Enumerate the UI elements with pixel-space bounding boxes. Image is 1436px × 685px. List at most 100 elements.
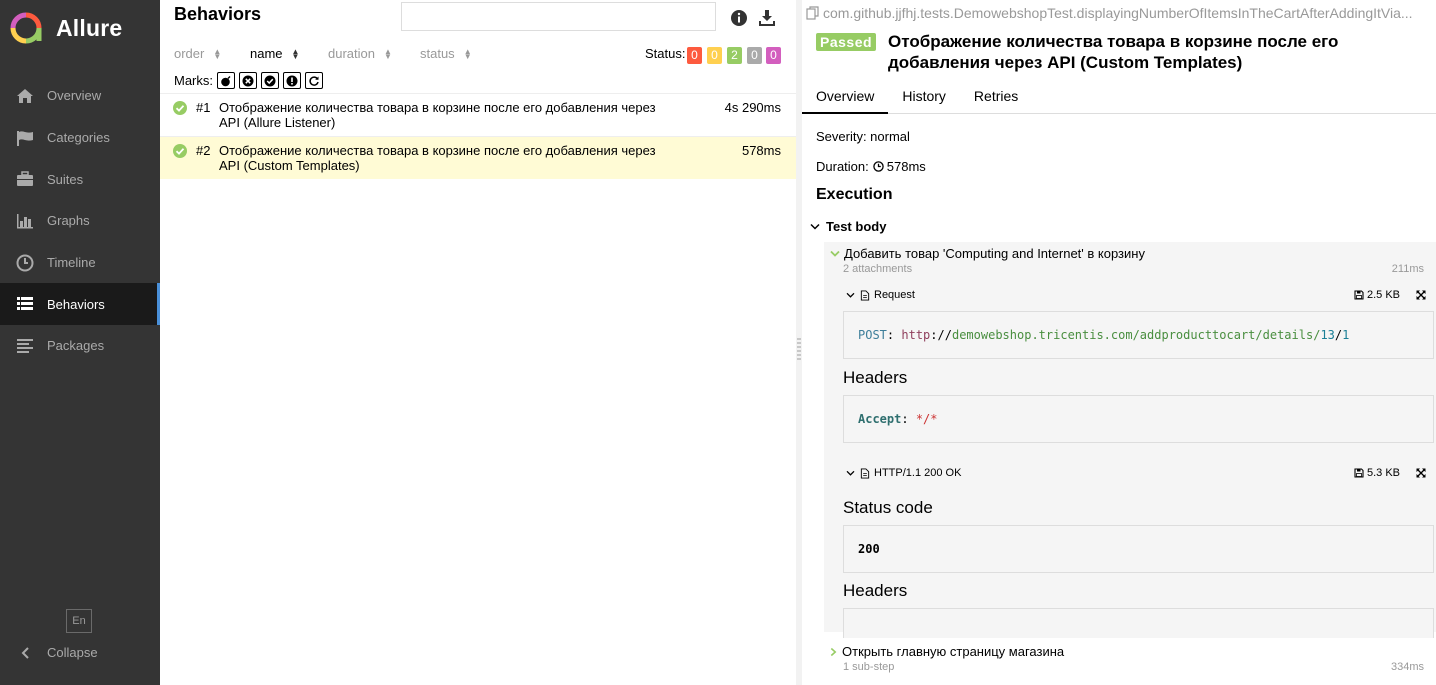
- attachment-size[interactable]: 2.5 KB: [1354, 289, 1400, 301]
- tab-history[interactable]: History: [888, 82, 960, 114]
- step-duration: 334ms: [1390, 661, 1424, 673]
- test-full-name[interactable]: com.github.jjfhj.tests.DemowebshopTest.d…: [806, 5, 1436, 21]
- bomb-icon: [221, 75, 231, 86]
- bar-chart-icon: [15, 211, 35, 231]
- marks-label: Marks:: [174, 73, 213, 88]
- tree-pane: Behaviors order ▲ ▼ name ▲ ▼ duration ▲ ▼ s…: [160, 0, 796, 685]
- clock-icon: [873, 161, 884, 172]
- attachment-size[interactable]: 5.3 KB: [1354, 467, 1400, 479]
- step-add-item[interactable]: Добавить товар 'Computing and Internet' …: [830, 246, 1145, 261]
- attachment-size-text: 5.3 KB: [1366, 467, 1400, 479]
- test-duration: 578ms: [741, 143, 781, 158]
- status-count-skipped[interactable]: 0: [747, 47, 762, 64]
- chevron-down-icon: [846, 470, 855, 476]
- language-switch[interactable]: En: [66, 609, 92, 633]
- allure-logo-icon: [10, 12, 42, 44]
- duration-label: Duration:: [816, 159, 869, 174]
- execution-heading: Execution: [816, 186, 893, 203]
- test-name: Отображение количества товара в корзине …: [219, 100, 656, 130]
- expand-icon[interactable]: [1416, 290, 1426, 300]
- sidebar-item-behaviors[interactable]: Behaviors: [0, 283, 160, 326]
- status-count-unknown[interactable]: 0: [766, 47, 781, 64]
- mark-new-passed[interactable]: [261, 72, 279, 89]
- mark-new-failed[interactable]: [239, 72, 257, 89]
- detail-tabs: Overview History Retries: [802, 82, 1436, 114]
- sidebar-item-timeline[interactable]: Timeline: [0, 242, 160, 284]
- sort-label: order: [174, 46, 205, 61]
- attachment-request-toggle[interactable]: Request: [846, 289, 915, 301]
- step-open-main-page[interactable]: Открыть главную страницу магазина: [830, 644, 1064, 659]
- test-row[interactable]: #1 Отображение количества товара в корзи…: [160, 93, 796, 136]
- sort-arrows-icon: ▲ ▼: [213, 46, 222, 61]
- info-icon[interactable]: [730, 9, 748, 27]
- passed-status-icon: [173, 144, 187, 158]
- test-body-toggle[interactable]: Test body: [810, 219, 886, 234]
- request-headers-title: Headers: [843, 368, 908, 387]
- http-method: POST: [858, 328, 887, 342]
- page-title: Behaviors: [174, 4, 262, 24]
- status-count-passed[interactable]: 2: [727, 47, 742, 64]
- chevron-down-icon: [830, 250, 840, 257]
- sidebar-item-suites[interactable]: Suites: [0, 158, 160, 200]
- list-icon: [15, 294, 35, 314]
- sidebar-item-label: Graphs: [47, 213, 90, 229]
- sort-arrows-icon: ▲ ▼: [291, 46, 300, 61]
- chevron-right-icon: [830, 647, 837, 656]
- attachment-size-text: 2.5 KB: [1366, 289, 1400, 301]
- test-title: Отображение количества товара в корзине …: [888, 32, 1339, 72]
- brand[interactable]: Allure: [10, 12, 122, 44]
- url-host-path: demowebshop.tricentis.com/addproducttoca…: [951, 328, 1321, 342]
- test-name: Отображение количества товара в корзине …: [219, 143, 656, 173]
- splitter-grip-icon[interactable]: [797, 338, 801, 362]
- test-duration: 4s 290ms: [724, 100, 781, 115]
- test-row[interactable]: #2 Отображение количества товара в корзи…: [160, 136, 796, 179]
- clock-icon: [15, 253, 35, 273]
- search-input[interactable]: [401, 2, 716, 31]
- sort-order[interactable]: order ▲ ▼: [174, 46, 221, 61]
- test-number: #1: [196, 100, 211, 115]
- expand-icon[interactable]: [1416, 468, 1426, 478]
- response-headers-block: [843, 608, 1434, 638]
- status-count-failed[interactable]: 0: [687, 47, 702, 64]
- sidebar: Allure Overview Categories Suites Graphs…: [0, 0, 160, 685]
- download-icon[interactable]: [758, 9, 776, 27]
- tab-overview[interactable]: Overview: [802, 82, 889, 114]
- sort-arrows-icon: ▲ ▼: [383, 46, 392, 61]
- sidebar-item-categories[interactable]: Categories: [0, 117, 160, 159]
- url-scheme: http: [901, 328, 931, 342]
- duration-row: Duration: 578ms: [816, 159, 926, 174]
- sidebar-item-overview[interactable]: Overview: [0, 75, 160, 117]
- save-icon: [1354, 468, 1364, 478]
- sidebar-item-graphs[interactable]: Graphs: [0, 200, 160, 242]
- flag-icon: [15, 128, 35, 148]
- copy-icon[interactable]: [806, 6, 820, 20]
- status-badge: Passed: [816, 33, 877, 51]
- sort-status[interactable]: status ▲ ▼: [420, 46, 472, 61]
- tab-retries[interactable]: Retries: [960, 82, 1032, 114]
- home-icon: [15, 86, 35, 106]
- collapse-label: Collapse: [47, 645, 98, 660]
- sort-duration[interactable]: duration ▲ ▼: [328, 46, 392, 61]
- align-left-icon: [15, 336, 35, 356]
- mark-flaky[interactable]: [217, 72, 235, 89]
- mark-retries-status-change[interactable]: [305, 72, 323, 89]
- sidebar-item-label: Timeline: [47, 255, 96, 271]
- collapse-button[interactable]: Collapse: [15, 645, 98, 660]
- chevron-down-icon: [810, 223, 820, 230]
- sort-arrows-icon: ▲ ▼: [463, 46, 472, 61]
- close-circle-icon: [242, 75, 254, 86]
- briefcase-icon: [15, 169, 35, 189]
- file-icon: [860, 289, 870, 301]
- sort-name[interactable]: name ▲ ▼: [250, 46, 299, 61]
- save-icon: [1354, 290, 1364, 300]
- test-detail-pane: com.github.jjfhj.tests.DemowebshopTest.d…: [802, 0, 1436, 685]
- sort-label: name: [250, 46, 283, 61]
- request-url-block: POST: http://demowebshop.tricentis.com/a…: [843, 311, 1434, 359]
- sidebar-item-packages[interactable]: Packages: [0, 325, 160, 367]
- status-count-broken[interactable]: 0: [707, 47, 722, 64]
- url-colon: :: [886, 328, 895, 342]
- mark-new-broken[interactable]: [283, 72, 301, 89]
- attachment-response-toggle[interactable]: HTTP/1.1 200 OK: [846, 467, 961, 479]
- sidebar-item-label: Overview: [47, 88, 102, 104]
- status-filter-label: Status:: [645, 46, 686, 61]
